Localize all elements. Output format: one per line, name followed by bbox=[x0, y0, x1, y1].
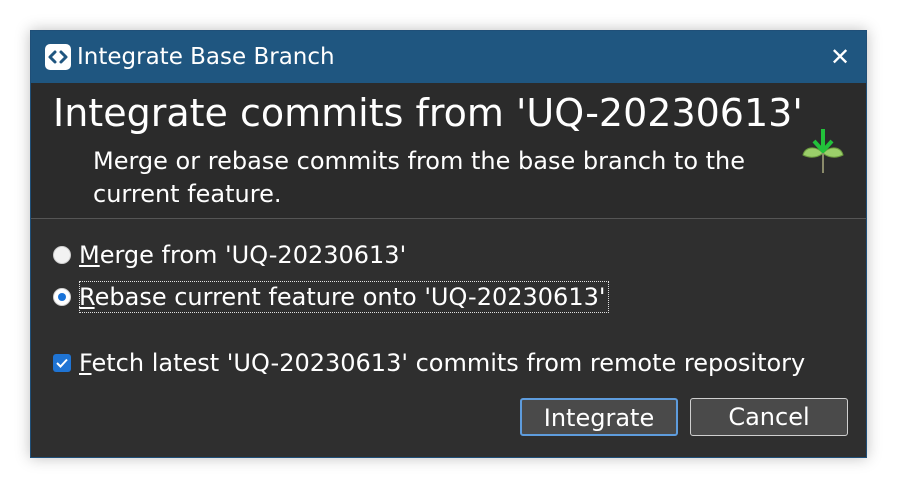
rebase-radio[interactable] bbox=[53, 288, 71, 306]
checkmark-icon bbox=[56, 358, 68, 368]
merge-label-text: erge from 'UQ-20230613' bbox=[99, 241, 407, 269]
title-bar[interactable]: Integrate Base Branch ✕ bbox=[31, 31, 866, 83]
merge-option-label[interactable]: Merge from 'UQ-20230613' bbox=[79, 239, 406, 271]
header-panel: Integrate commits from 'UQ-20230613' Mer… bbox=[31, 83, 866, 219]
window-title: Integrate Base Branch bbox=[77, 44, 335, 70]
close-icon[interactable]: ✕ bbox=[828, 45, 852, 69]
app-icon bbox=[45, 44, 71, 70]
rebase-label-text: ebase current feature onto 'UQ-20230613' bbox=[94, 283, 606, 311]
merge-radio[interactable] bbox=[53, 246, 71, 264]
fetch-mnemonic: F bbox=[79, 349, 92, 377]
dialog-heading: Integrate commits from 'UQ-20230613' bbox=[53, 91, 803, 135]
fetch-option-label[interactable]: Fetch latest 'UQ-20230613' commits from … bbox=[79, 347, 805, 379]
fetch-checkbox[interactable] bbox=[53, 354, 71, 372]
dialog-description: Merge or rebase commits from the base br… bbox=[93, 147, 746, 208]
integrate-base-branch-dialog: Integrate Base Branch ✕ Integrate commit… bbox=[30, 30, 867, 458]
merge-mnemonic: M bbox=[79, 241, 100, 269]
rebase-option-label[interactable]: Rebase current feature onto 'UQ-20230613… bbox=[79, 281, 610, 313]
cancel-button[interactable]: Cancel bbox=[690, 398, 848, 436]
fetch-label-text: etch latest 'UQ-20230613' commits from r… bbox=[91, 349, 806, 377]
sprout-download-icon bbox=[802, 129, 844, 173]
integrate-button[interactable]: Integrate bbox=[520, 398, 678, 436]
rebase-mnemonic: R bbox=[79, 283, 95, 311]
